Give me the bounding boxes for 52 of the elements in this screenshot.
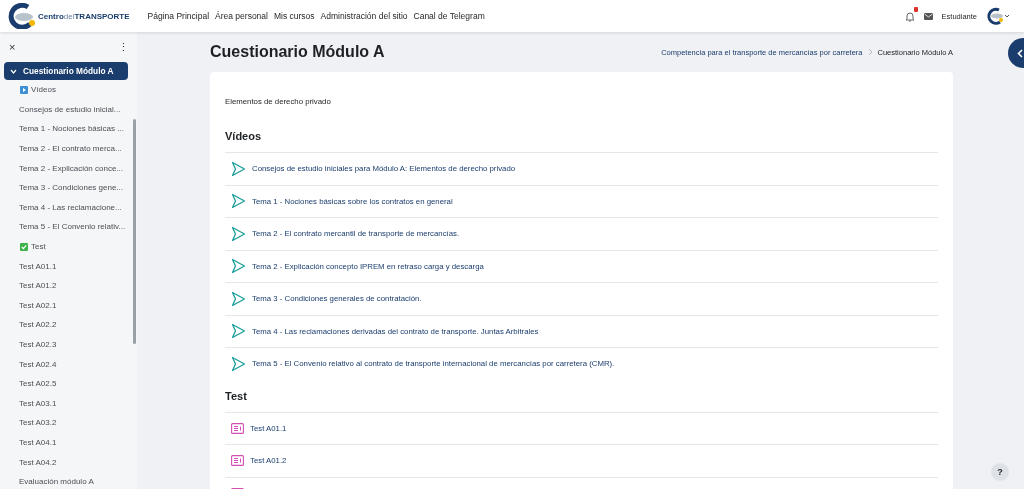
chevron-left-icon (1017, 48, 1023, 58)
notification-bell-icon[interactable] (904, 10, 915, 22)
course-index-item[interactable]: Vídeos (31, 85, 56, 95)
play-outline-icon (231, 225, 246, 242)
logo-text[interactable]: CentrodelTRANSPORTE (38, 11, 130, 21)
nav-link[interactable]: Administración del sitio (320, 11, 408, 21)
course-index-item[interactable]: Test A01.2 (19, 281, 57, 291)
course-index-item[interactable]: Evaluación módulo A (19, 477, 94, 487)
course-index-item[interactable]: Test A02.1 (19, 300, 57, 310)
chevron-right-icon (867, 48, 873, 56)
course-index-item[interactable]: Test A02.2 (19, 320, 57, 330)
nav-link[interactable]: Área personal (215, 11, 268, 21)
section-heading: Test (225, 389, 248, 402)
quiz-icon (231, 422, 244, 434)
nav-link[interactable]: Mis cursos (273, 11, 315, 21)
page-title: Cuestionario Módulo A (210, 43, 385, 61)
nav-link[interactable]: Canal de Telegram (413, 11, 485, 21)
course-index-item[interactable]: Test A02.3 (19, 340, 57, 349)
course-index-item[interactable]: Tema 3 - Condiciones gene... (19, 183, 124, 193)
course-index-item[interactable]: Test A02.5 (19, 379, 57, 389)
course-index-item[interactable]: Tema 1 - Nociones básicas ... (19, 124, 124, 134)
play-outline-icon (231, 290, 246, 307)
play-outline-icon (231, 160, 246, 177)
course-index-item[interactable]: Tema 4 - Las reclamacione... (19, 202, 122, 212)
course-index-item[interactable]: Test A02.4 (19, 359, 57, 369)
quiz-icon (231, 455, 244, 467)
play-outline-icon (231, 258, 246, 275)
section-heading: Vídeos (225, 130, 263, 142)
nav-link[interactable]: Página Principal (147, 11, 210, 21)
chevron-icon[interactable] (10, 67, 17, 75)
course-index-item[interactable]: Test A03.2 (19, 418, 57, 428)
course-index-item[interactable]: Test A01.1 (19, 261, 57, 271)
course-index-item[interactable]: Tema 2 - Explicación conce... (19, 163, 124, 173)
course-index-item[interactable]: Tema 5 - El Convenio relativ... (19, 222, 126, 232)
course-index-item[interactable]: Consejos de estudio inicial... (19, 104, 121, 114)
user-avatar-icon[interactable] (986, 7, 1010, 25)
course-section-item[interactable]: Cuestionario Módulo A (4, 62, 128, 80)
play-outline-icon (231, 323, 246, 340)
course-index-item[interactable]: Test A04.1 (19, 438, 57, 447)
checkmark-icon (20, 242, 28, 251)
course-index-item[interactable]: Test (31, 242, 46, 252)
course-index-item[interactable]: Tema 2 - El contrato merca... (19, 144, 122, 154)
close-icon[interactable]: × (9, 41, 16, 53)
menu-icon[interactable]: ⋮ (118, 40, 129, 54)
message-icon[interactable] (923, 12, 933, 20)
play-outline-icon (231, 355, 246, 372)
logo-icon[interactable] (8, 3, 36, 29)
course-index-item[interactable]: Test A03.1 (19, 398, 57, 408)
help-button[interactable]: ? (991, 463, 1009, 481)
course-index-item[interactable]: Test A04.2 (19, 457, 57, 467)
play-outline-icon (231, 193, 246, 210)
play-icon (20, 85, 28, 94)
